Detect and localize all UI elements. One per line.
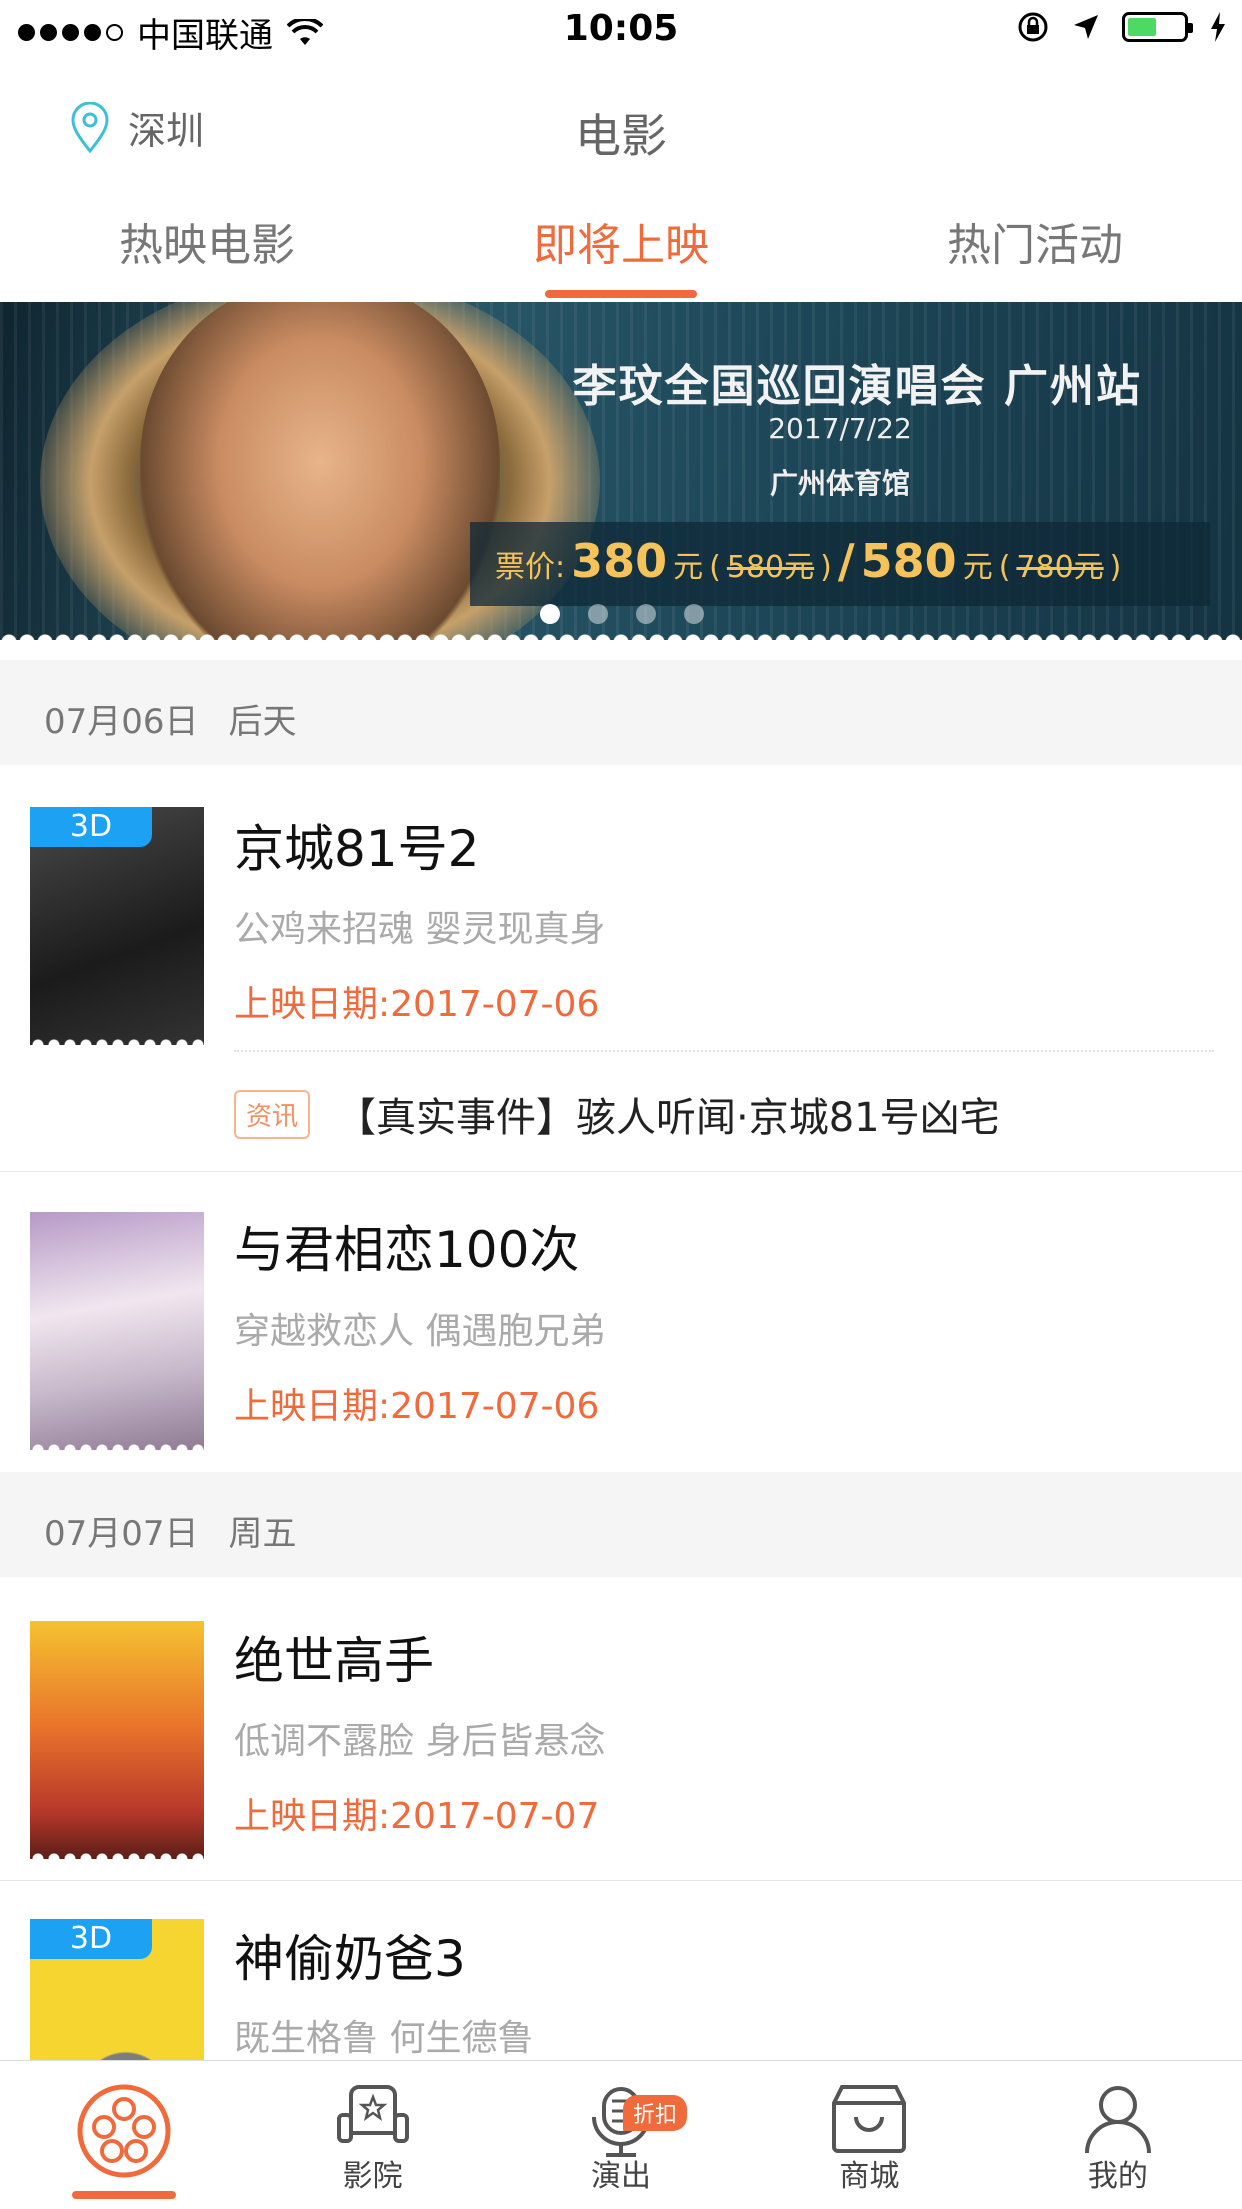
section-day: 周五 xyxy=(228,1514,297,1554)
active-indicator xyxy=(72,2191,177,2199)
movie-title[interactable]: 京城81号2 xyxy=(234,809,479,881)
movie-item[interactable]: 3D 京城81号2 公鸡来招魂 婴灵现真身 上映日期:2017-07-06 资讯… xyxy=(0,765,1242,1171)
movie-poster[interactable]: 3D xyxy=(30,1919,204,2060)
section-date: 07月07日 xyxy=(44,1514,199,1554)
charging-icon xyxy=(1211,12,1225,42)
date-section-header: 07月06日 后天 xyxy=(0,660,1242,765)
tabbar-label: 演出 xyxy=(591,2159,652,2194)
tabbar-mall[interactable]: 商城 xyxy=(745,2061,993,2209)
movie-item[interactable]: 3D 神偷奶爸3 既生格鲁 何生德鲁 xyxy=(0,1881,1242,2060)
movie-item[interactable]: 绝世高手 低调不露脸 身后皆悬念 上映日期:2017-07-07 xyxy=(0,1577,1242,1880)
promo-banner[interactable]: 李玟全国巡回演唱会 广州站 2017/7/22 广州体育馆 票价: 380 元 (… xyxy=(0,302,1242,640)
tabbar-label: 影院 xyxy=(342,2159,403,2194)
movie-poster[interactable] xyxy=(30,1621,204,1859)
release-date: 上映日期:2017-07-07 xyxy=(234,1796,600,1837)
ticket-edge xyxy=(0,624,1242,642)
pager-dot[interactable] xyxy=(540,604,560,624)
movie-subtitle: 既生格鲁 何生德鲁 xyxy=(234,2018,534,2059)
release-date: 上映日期:2017-07-06 xyxy=(234,984,600,1025)
tabbar-label: 商城 xyxy=(839,2159,900,2194)
banner-venue: 广州体育馆 xyxy=(769,467,910,500)
person-icon xyxy=(1084,2086,1151,2154)
category-tabs: 热映电影 即将上映 热门活动 xyxy=(0,190,1242,303)
tabbar-label: 我的 xyxy=(1087,2159,1148,2194)
tab-hot-events[interactable]: 热门活动 xyxy=(828,190,1242,302)
bottom-tab-bar: 影院 折扣 演出 商城 我的 xyxy=(0,2060,1242,2209)
movie-title[interactable]: 绝世高手 xyxy=(234,1621,434,1693)
tabbar-cinema[interactable]: 影院 xyxy=(248,2061,496,2209)
tab-coming-soon[interactable]: 即将上映 xyxy=(414,190,828,302)
tabbar-shows[interactable]: 折扣 演出 xyxy=(497,2061,745,2209)
movie-poster[interactable] xyxy=(30,1212,204,1450)
news-row[interactable]: 资讯 【真实事件】骇人听闻·京城81号凶宅 xyxy=(234,1085,1000,1143)
news-headline[interactable]: 【真实事件】骇人听闻·京城81号凶宅 xyxy=(336,1085,1000,1143)
shopping-bag-icon xyxy=(832,2085,907,2153)
banner-date: 2017/7/22 xyxy=(768,412,912,445)
location-arrow-icon xyxy=(1074,15,1098,39)
page-title: 电影 xyxy=(575,109,667,163)
news-tag: 资讯 xyxy=(234,1089,311,1139)
movie-poster[interactable]: 3D xyxy=(30,807,204,1045)
release-date: 上映日期:2017-07-06 xyxy=(234,1386,600,1427)
movie-subtitle: 公鸡来招魂 婴灵现真身 xyxy=(234,909,606,950)
movie-title[interactable]: 与君相恋100次 xyxy=(234,1210,579,1282)
section-day: 后天 xyxy=(228,702,297,742)
badge-3d: 3D xyxy=(30,1919,152,1959)
tab-now-showing[interactable]: 热映电影 xyxy=(0,190,414,302)
movie-item[interactable]: 与君相恋100次 穿越救恋人 偶遇胞兄弟 上映日期:2017-07-06 xyxy=(0,1172,1242,1472)
battery-icon xyxy=(1122,12,1193,42)
banner-pager[interactable] xyxy=(540,604,704,624)
cinema-seat-icon xyxy=(336,2085,409,2143)
film-reel-icon xyxy=(77,2084,171,2178)
movie-subtitle: 低调不露脸 身后皆悬念 xyxy=(234,1721,606,1762)
nav-bar: 深圳 电影 xyxy=(0,62,1242,190)
badge-3d: 3D xyxy=(30,807,152,847)
status-bar: 中国联通 10:05 xyxy=(0,0,1242,62)
pager-dot[interactable] xyxy=(588,604,608,624)
movie-subtitle: 穿越救恋人 偶遇胞兄弟 xyxy=(234,1311,606,1352)
pager-dot[interactable] xyxy=(636,604,656,624)
movie-title[interactable]: 神偷奶爸3 xyxy=(234,1919,466,1991)
lock-rotation-icon xyxy=(1018,12,1048,42)
banner-price: 票价: 380 元 (580元) / 580 元 (780元) xyxy=(495,534,1122,588)
status-right-icons xyxy=(1016,10,1226,44)
section-date: 07月06日 xyxy=(44,702,199,742)
date-section-header: 07月07日 周五 xyxy=(0,1472,1242,1577)
tabbar-movies[interactable] xyxy=(0,2061,248,2209)
pager-dot[interactable] xyxy=(684,604,704,624)
divider xyxy=(234,1050,1214,1052)
discount-badge: 折扣 xyxy=(623,2095,688,2131)
tabbar-profile[interactable]: 我的 xyxy=(994,2061,1242,2209)
banner-title: 李玟全国巡回演唱会 广州站 xyxy=(572,361,1142,412)
